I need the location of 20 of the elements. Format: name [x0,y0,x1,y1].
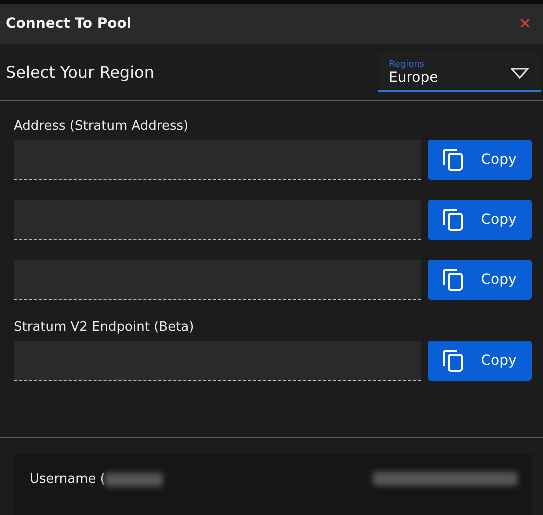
region-label: Select Your Region [6,62,154,82]
close-button[interactable]: × [515,14,535,34]
address-field[interactable] [14,200,421,240]
section-label: Address (Stratum Address) [14,119,190,134]
section-label: Stratum V2 Endpoint (Beta) [14,320,196,335]
copy-button[interactable]: Copy [428,260,532,300]
username-label: Username ( [30,472,106,488]
address-field[interactable] [14,260,421,300]
copy-icon [443,269,464,291]
window-title: Connect To Pool [6,16,132,32]
copy-button[interactable]: Copy [428,140,532,180]
copy-icon [443,149,464,171]
address-field[interactable] [14,341,421,381]
copy-button[interactable]: Copy [428,200,532,240]
dropdown-arrow-icon [511,68,529,78]
copy-icon [443,209,464,231]
redaction-blur [105,472,164,487]
copy-button[interactable]: Copy [428,341,532,381]
copy-icon [443,350,464,372]
address-field[interactable] [14,140,421,180]
